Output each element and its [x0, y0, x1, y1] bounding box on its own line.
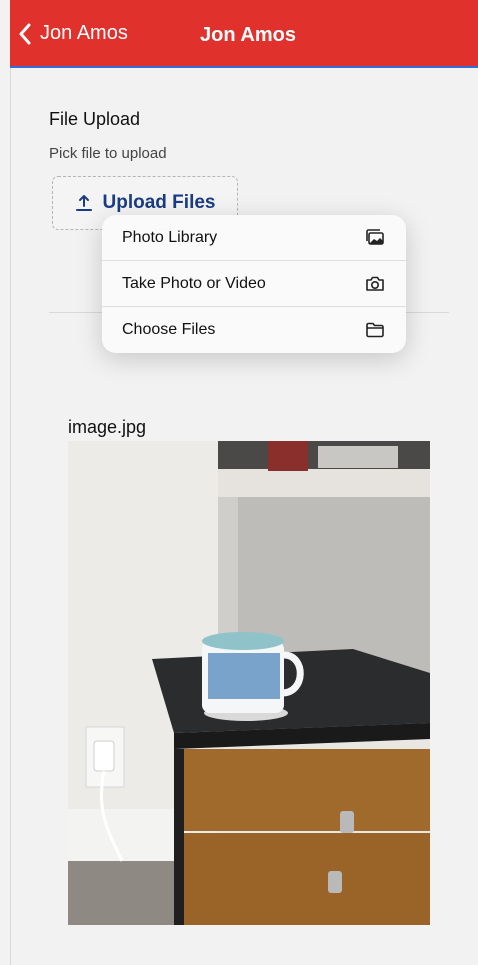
- menu-item-label: Choose Files: [122, 321, 216, 338]
- upload-files-label: Upload Files: [102, 192, 216, 213]
- file-upload-hint: Pick file to upload: [49, 145, 167, 162]
- chevron-left-icon: [19, 23, 31, 44]
- content-edge: [10, 68, 11, 965]
- back-label: Jon Amos: [40, 22, 128, 44]
- menu-item-photo-library[interactable]: Photo Library: [102, 215, 406, 261]
- file-upload-title: File Upload: [49, 109, 141, 129]
- nav-bar: Jon Amos Jon Amos: [10, 0, 478, 68]
- attachment-photo: [68, 441, 430, 925]
- folder-icon: [366, 322, 384, 338]
- menu-item-take-photo[interactable]: Take Photo or Video: [102, 261, 406, 307]
- menu-item-label: Photo Library: [122, 228, 218, 246]
- upload-icon: [75, 195, 92, 211]
- attachment-file-name: image.jpg: [68, 417, 147, 437]
- back-button[interactable]: Jon Amos: [18, 22, 128, 45]
- photo-library-icon: [366, 228, 384, 245]
- file-source-menu: Photo Library Take Photo or Video Choose…: [102, 215, 406, 353]
- page-title: Jon Amos: [200, 24, 296, 46]
- menu-item-label: Take Photo or Video: [122, 274, 266, 292]
- menu-item-choose-files[interactable]: Choose Files: [102, 307, 406, 353]
- camera-icon: [366, 276, 384, 291]
